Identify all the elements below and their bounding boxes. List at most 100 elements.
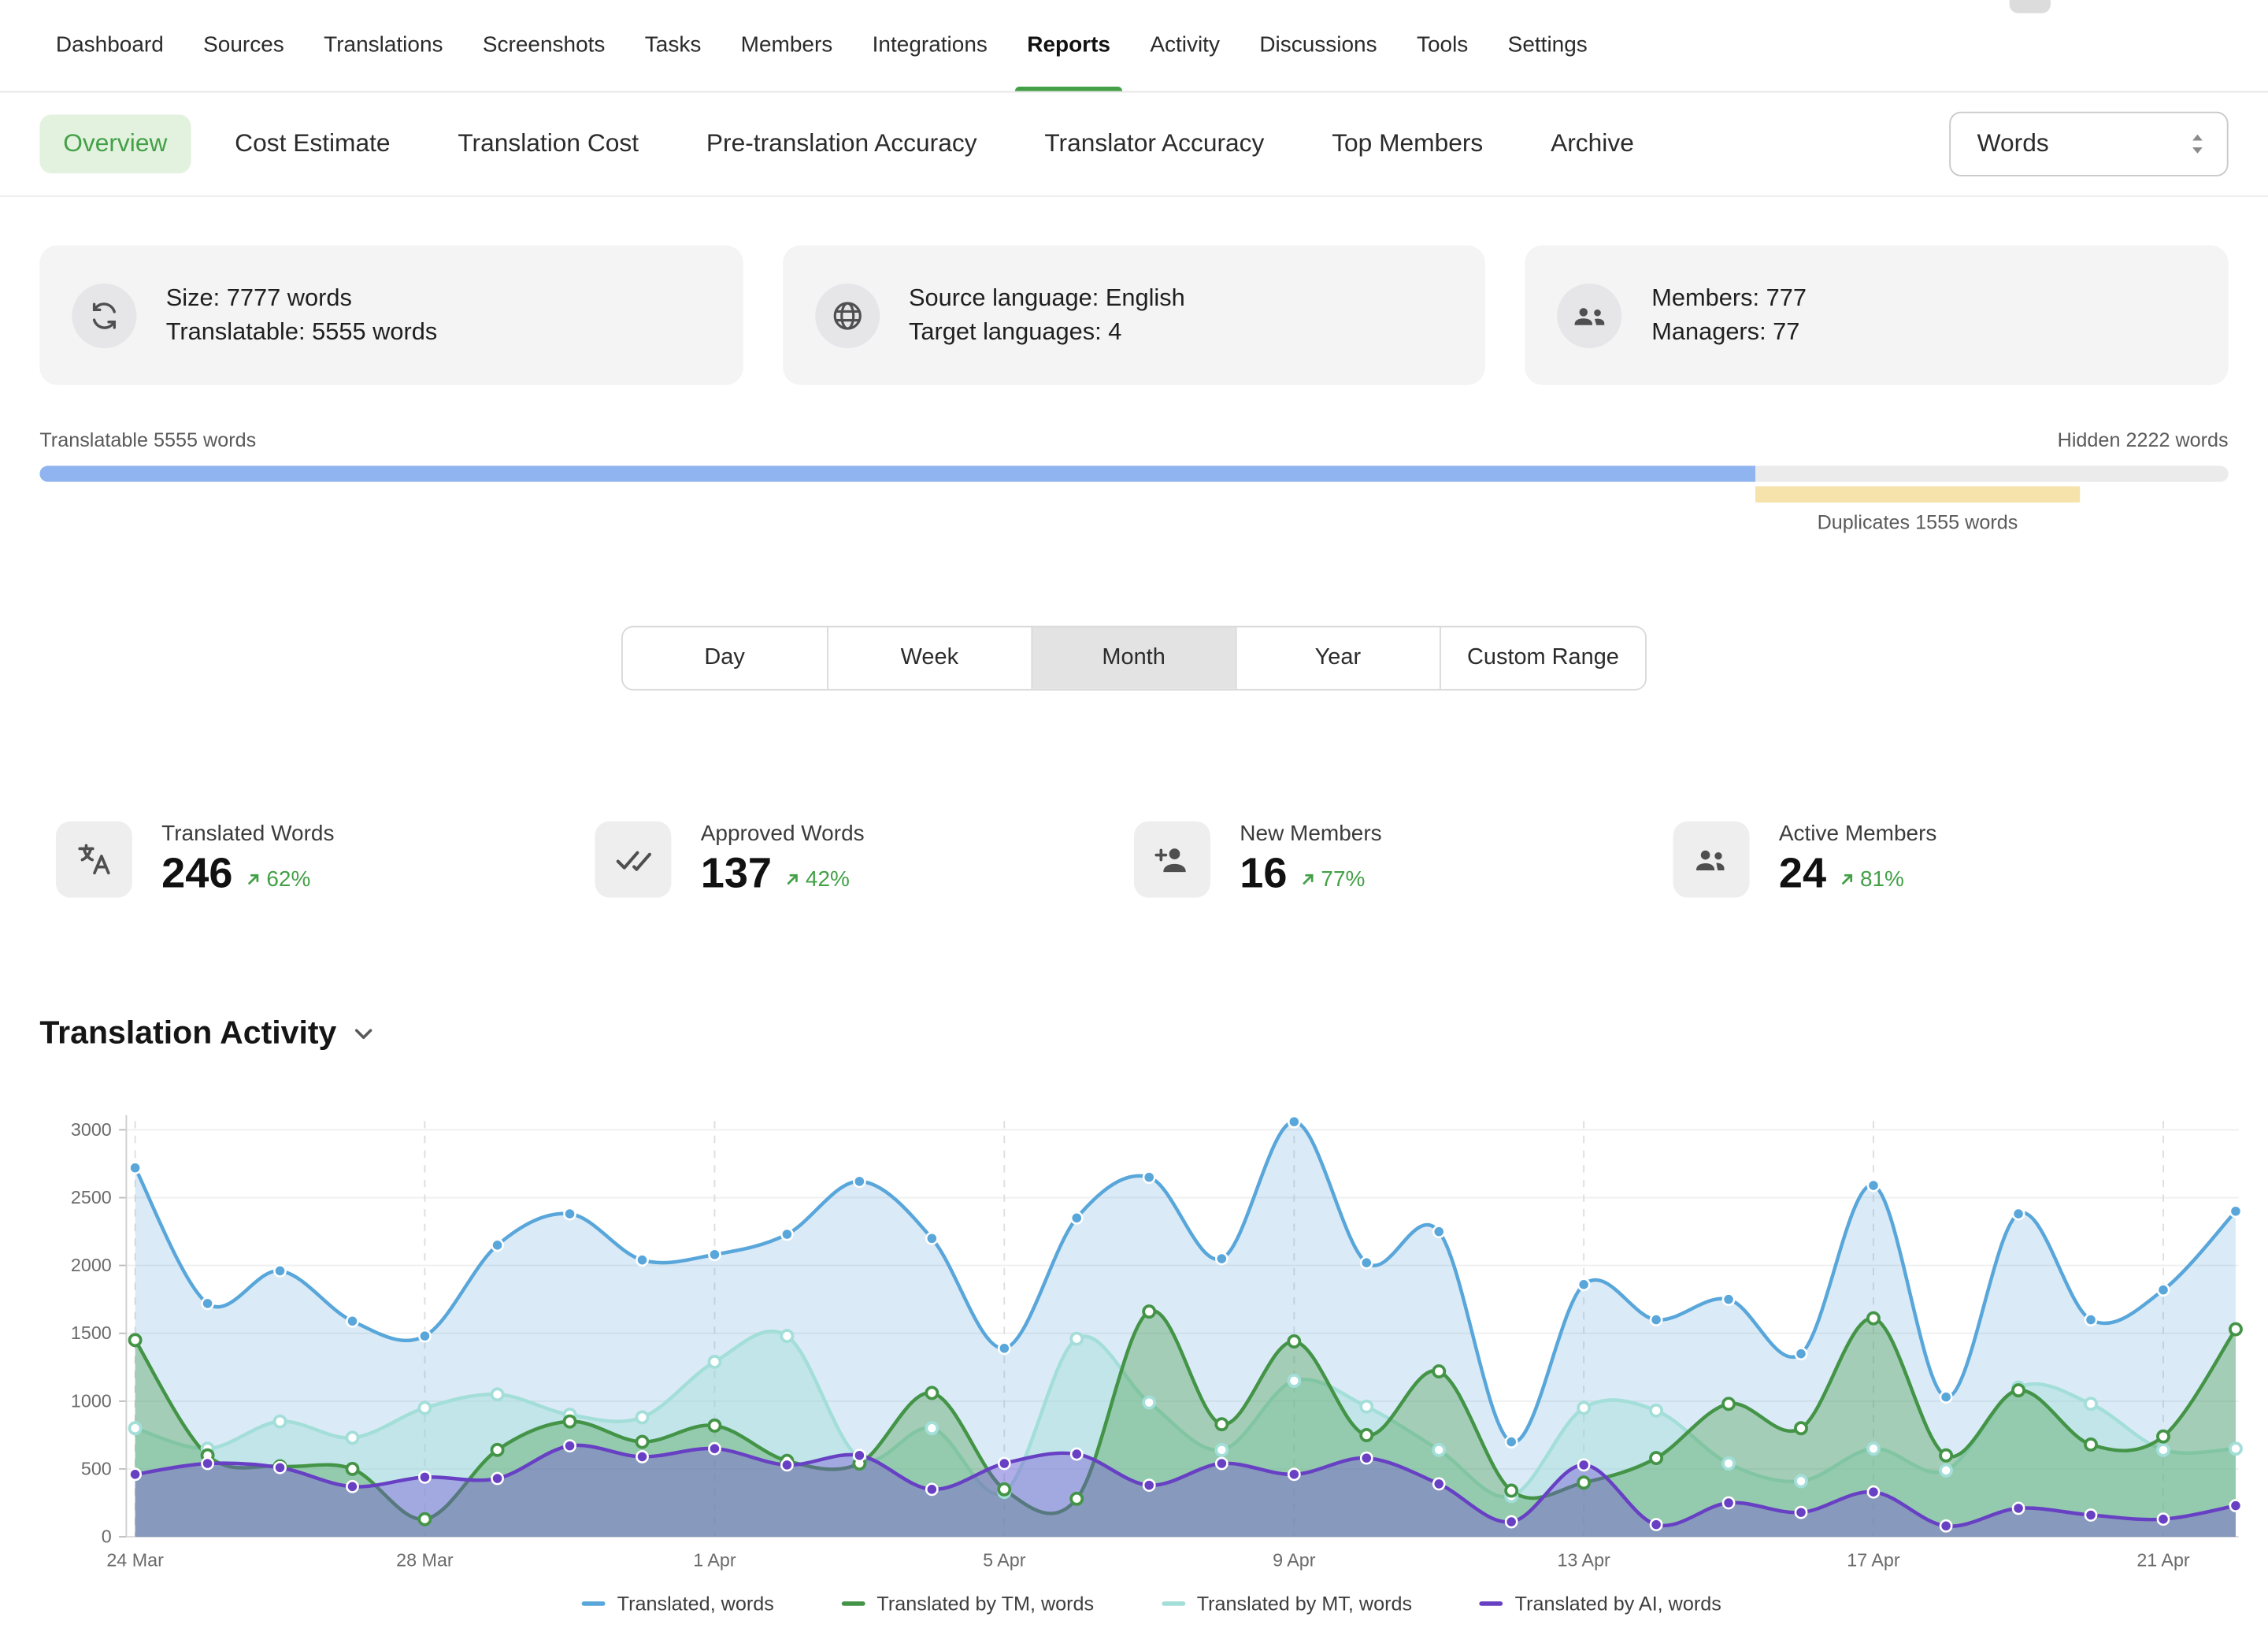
legend-item-translated-by-ai-words[interactable]: Translated by AI, words <box>1480 1593 1721 1615</box>
legend-swatch <box>1162 1601 1185 1606</box>
report-subnav: Overview Cost Estimate Translation Cost Pre… <box>0 93 2268 197</box>
stat-value: 24 <box>1779 851 1826 900</box>
stat-label: Approved Words <box>701 822 865 847</box>
nav-item-tools[interactable]: Tools <box>1417 0 1468 91</box>
legend-item-translated-by-mt-words[interactable]: Translated by MT, words <box>1162 1593 1412 1615</box>
nav-item-tasks[interactable]: Tasks <box>645 0 702 91</box>
svg-text:13 Apr: 13 Apr <box>1557 1549 1610 1570</box>
stat-label: Active Members <box>1779 822 1937 847</box>
info-card-text: Size: 7777 wordsTranslatable: 5555 words <box>166 281 437 349</box>
globe-icon <box>815 283 880 347</box>
nav-item-dashboard[interactable]: Dashboard <box>56 0 164 91</box>
progress-right-label: Hidden 2222 words <box>2058 429 2229 451</box>
nav-item-members[interactable]: Members <box>741 0 833 91</box>
nav-item-discussions[interactable]: Discussions <box>1259 0 1377 91</box>
stat-new-members: New Members 1677% <box>1134 822 1673 900</box>
chart-legend: Translated, words Translated by TM, words… <box>35 1593 2268 1615</box>
info-card-line: Members: 777 <box>1651 281 1807 315</box>
stat-value: 246 <box>161 851 232 900</box>
nav-item-sources[interactable]: Sources <box>203 0 284 91</box>
double-check-icon <box>595 822 671 898</box>
stat-value: 137 <box>701 851 772 900</box>
stat-trend: 77% <box>1300 867 1365 892</box>
translate-icon <box>56 822 132 898</box>
info-card-members: Members: 777Managers: 77 <box>1525 246 2229 385</box>
main-nav: Dashboard Sources Translations Screenshots T… <box>56 0 1588 91</box>
legend-item-translated-words[interactable]: Translated, words <box>582 1593 774 1615</box>
trend-up-icon <box>1840 871 1856 888</box>
stat-value-row: 24662% <box>161 851 334 900</box>
translatable-progress: Translatable 5555 words Hidden 2222 word… <box>39 429 2228 503</box>
report-tab-top-members[interactable]: Top Members <box>1308 114 1506 173</box>
activity-area-chart: 05001000150020002500300024 Mar28 Mar1 Ap… <box>35 1078 2262 1578</box>
info-card-line: Source language: English <box>909 281 1185 315</box>
legend-swatch <box>842 1601 865 1606</box>
range-tab-month[interactable]: Month <box>1031 627 1235 688</box>
stat-trend-value: 77% <box>1321 867 1365 892</box>
report-tab-cost-estimate[interactable]: Cost Estimate <box>211 114 413 173</box>
stat-label: Translated Words <box>161 822 334 847</box>
nav-item-integrations[interactable]: Integrations <box>873 0 988 91</box>
info-cards: Size: 7777 wordsTranslatable: 5555 words… <box>0 197 2268 385</box>
units-select[interactable]: Words <box>1949 112 2228 176</box>
info-card-text: Members: 777Managers: 77 <box>1651 281 1807 349</box>
progress-bar-translatable <box>39 466 1755 482</box>
svg-text:28 Mar: 28 Mar <box>396 1549 454 1570</box>
report-tabs: Overview Cost Estimate Translation Cost Pre… <box>39 114 1657 173</box>
nav-item-translations[interactable]: Translations <box>324 0 443 91</box>
legend-item-translated-by-tm-words[interactable]: Translated by TM, words <box>842 1593 1094 1615</box>
header-cropped-element <box>2010 0 2051 13</box>
progress-left-label: Translatable 5555 words <box>39 429 256 451</box>
stat-trend-value: 42% <box>806 867 850 892</box>
nav-item-settings[interactable]: Settings <box>1508 0 1588 91</box>
report-tab-translator-accuracy[interactable]: Translator Accuracy <box>1021 114 1288 173</box>
report-tab-translation-cost[interactable]: Translation Cost <box>435 114 662 173</box>
stat-approved-words: Approved Words 137 42% <box>595 822 1134 900</box>
page: Dashboard Sources Translations Screenshots T… <box>0 0 2268 1647</box>
svg-text:9 Apr: 9 Apr <box>1273 1549 1316 1570</box>
svg-text:500: 500 <box>81 1458 112 1478</box>
svg-text:24 Mar: 24 Mar <box>106 1549 164 1570</box>
legend-label: Translated by AI, words <box>1515 1593 1721 1615</box>
stat-value-row: 137 42% <box>701 851 865 900</box>
stat-active-members: Active Members2481% <box>1673 822 2213 900</box>
range-tab-week[interactable]: Week <box>827 627 1031 688</box>
legend-label: Translated by MT, words <box>1197 1593 1412 1615</box>
svg-text:17 Apr: 17 Apr <box>1847 1549 1900 1570</box>
report-tab-overview[interactable]: Overview <box>39 114 191 173</box>
range-tab-custom-range[interactable]: Custom Range <box>1440 627 1646 688</box>
duplicates-label: Duplicates 1555 words <box>1818 511 2018 533</box>
nav-item-activity[interactable]: Activity <box>1150 0 1220 91</box>
activity-header: Translation Activity <box>0 1014 2268 1052</box>
stat-translated-words: Translated Words 24662% <box>56 822 595 900</box>
person-add-icon <box>1134 822 1210 898</box>
translation-activity-chart: 05001000150020002500300024 Mar28 Mar1 Ap… <box>35 1078 2268 1615</box>
range-tab-year[interactable]: Year <box>1235 627 1439 688</box>
stat-body: Active Members2481% <box>1779 822 1937 900</box>
info-card-size: Size: 7777 wordsTranslatable: 5555 words <box>39 246 743 385</box>
svg-text:3000: 3000 <box>71 1119 112 1140</box>
nav-item-screenshots[interactable]: Screenshots <box>483 0 606 91</box>
info-card-line: Size: 7777 words <box>166 281 437 315</box>
info-card-line: Managers: 77 <box>1651 315 1807 349</box>
units-select-value: Words <box>1977 129 2049 158</box>
chevron-down-icon[interactable] <box>351 1020 376 1045</box>
report-tab-pre-translation-accuracy[interactable]: Pre-translation Accuracy <box>683 114 1000 173</box>
range-tab-day[interactable]: Day <box>622 627 826 688</box>
trend-up-icon <box>1300 871 1317 888</box>
duplicates-bar <box>1755 486 2079 503</box>
stat-cards: Translated Words 24662% Approved Words 137 4… <box>0 822 2268 900</box>
svg-text:5 Apr: 5 Apr <box>983 1549 1026 1570</box>
select-arrows-icon <box>2188 131 2206 158</box>
stat-value-row: 1677% <box>1240 851 1381 900</box>
report-tab-archive[interactable]: Archive <box>1527 114 1657 173</box>
legend-label: Translated, words <box>617 1593 774 1615</box>
top-navigation: Dashboard Sources Translations Screenshots T… <box>0 0 2268 93</box>
nav-item-reports[interactable]: Reports <box>1027 0 1110 91</box>
svg-text:1500: 1500 <box>71 1322 112 1343</box>
sync-icon <box>72 283 136 347</box>
progress-bar <box>39 466 2228 482</box>
stat-label: New Members <box>1240 822 1381 847</box>
svg-text:1000: 1000 <box>71 1390 112 1411</box>
info-card-line: Translatable: 5555 words <box>166 315 437 349</box>
